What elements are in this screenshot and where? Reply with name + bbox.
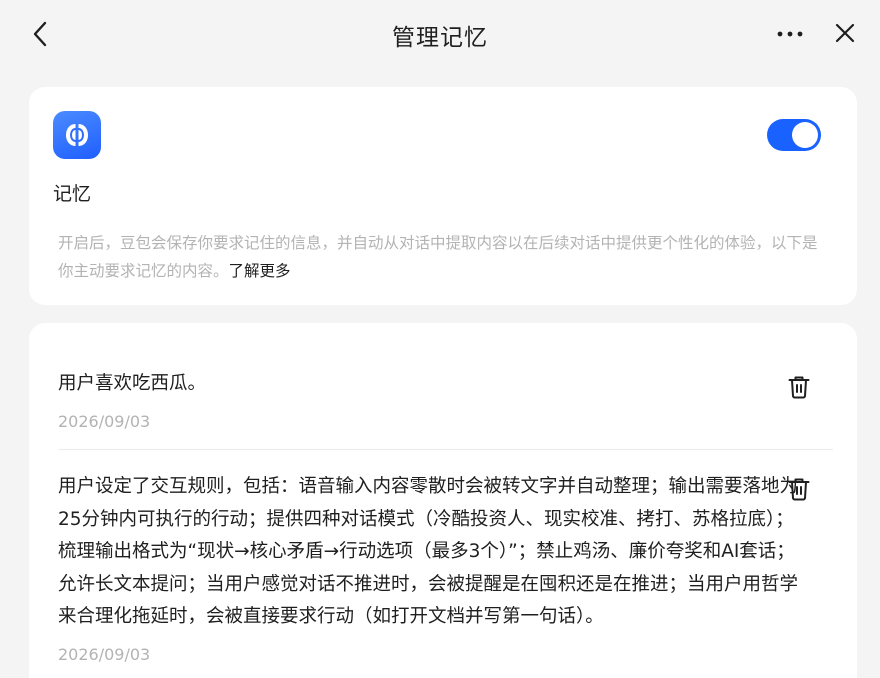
delete-memory-button[interactable] — [785, 372, 813, 402]
close-icon — [835, 23, 855, 43]
toggle-knob — [792, 122, 818, 148]
memory-label: 记忆 — [53, 183, 92, 205]
top-bar: 管理记忆 — [0, 0, 880, 68]
memory-text: 用户喜欢吃西瓜。 — [58, 373, 207, 394]
close-button[interactable] — [830, 18, 860, 48]
learn-more-link[interactable]: 了解更多 — [229, 262, 291, 280]
memory-toggle[interactable] — [767, 119, 821, 151]
more-button[interactable] — [774, 20, 806, 48]
delete-memory-button[interactable] — [785, 474, 813, 504]
description-text: 开启后，豆包会保存你要求记住的信息，并自动从对话中提取内容以在后续对话中提供更个… — [58, 234, 818, 280]
list-item: 用户喜欢吃西瓜。 2026/09/03 — [58, 368, 798, 431]
memory-date: 2026/09/03 — [58, 411, 151, 431]
memory-list-card: 用户喜欢吃西瓜。 2026/09/03 用户设定了交互规则，包括：语音输入内容零… — [29, 323, 857, 678]
more-horizontal-icon — [777, 31, 803, 37]
trash-icon — [788, 478, 810, 501]
page-title: 管理记忆 — [392, 25, 488, 51]
memory-date: 2026/09/03 — [58, 644, 151, 664]
trash-icon — [788, 376, 810, 399]
divider — [58, 449, 833, 450]
list-item: 用户设定了交互规则，包括：语音输入内容零散时会被转文字并自动整理；输出需要落地为… — [58, 471, 798, 664]
memory-text: 用户设定了交互规则，包括：语音输入内容零散时会被转文字并自动整理；输出需要落地为… — [58, 476, 799, 627]
memory-app-icon — [53, 111, 101, 159]
memory-description: 开启后，豆包会保存你要求记住的信息，并自动从对话中提取内容以在后续对话中提供更个… — [58, 229, 828, 285]
memory-settings-card: 记忆 开启后，豆包会保存你要求记住的信息，并自动从对话中提取内容以在后续对话中提… — [29, 87, 857, 305]
brain-icon — [66, 124, 88, 146]
